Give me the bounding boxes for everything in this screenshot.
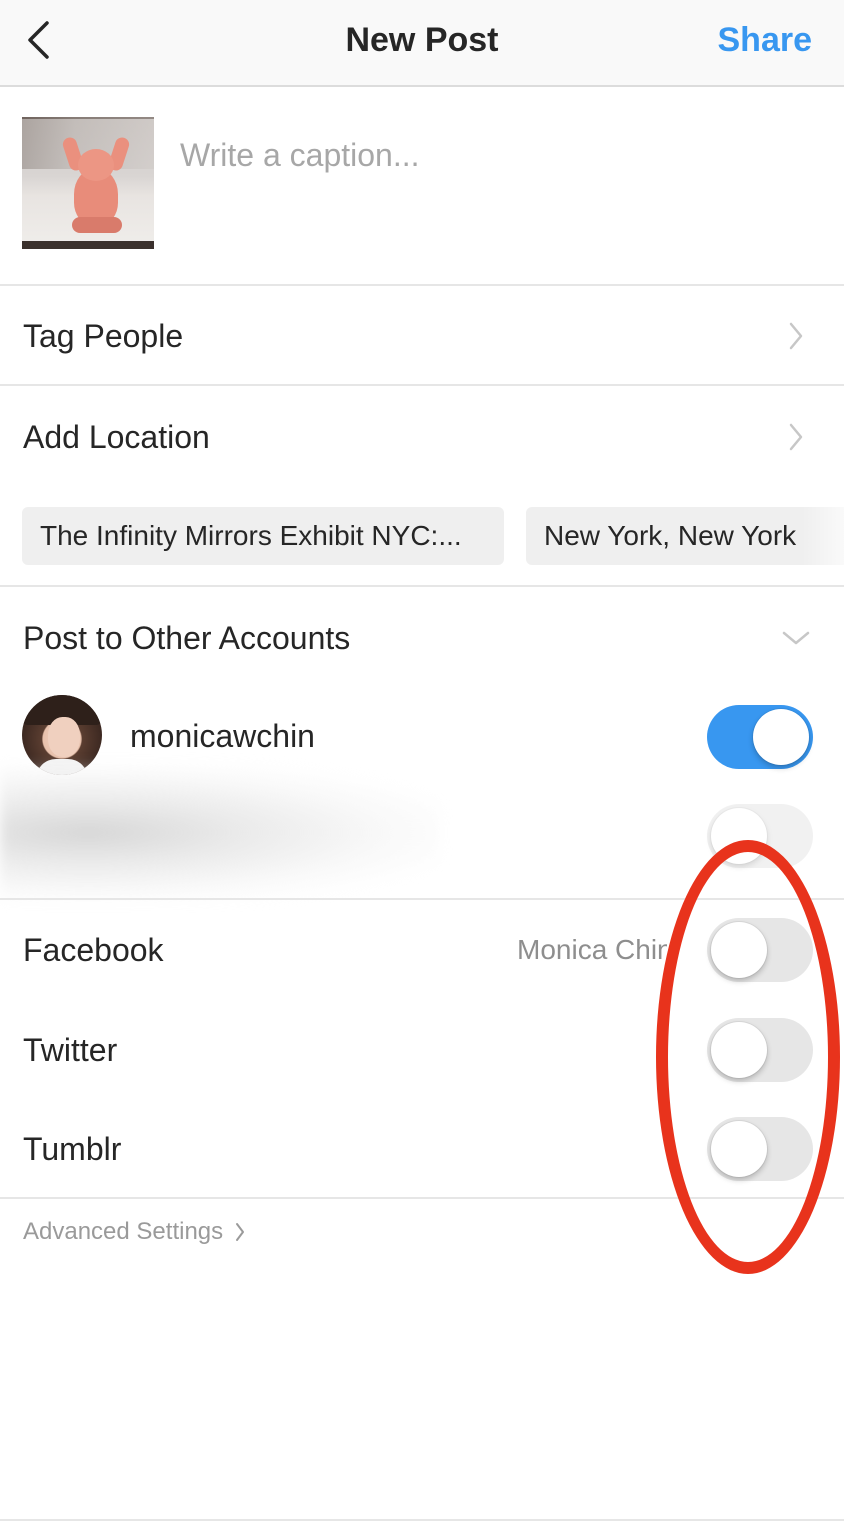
chevron-right-icon [786, 419, 806, 455]
divider [0, 1519, 844, 1521]
twitter-label: Twitter [23, 1032, 118, 1068]
post-thumbnail[interactable] [22, 117, 154, 249]
add-location-label: Add Location [23, 419, 210, 455]
facebook-account-name: Monica Chin [517, 934, 667, 965]
chevron-right-icon [235, 1222, 245, 1242]
tumblr-label: Tumblr [23, 1131, 122, 1167]
avatar [22, 695, 102, 775]
chevron-right-icon [786, 318, 806, 354]
toggle-knob [711, 922, 767, 978]
chevron-down-icon [780, 620, 812, 656]
back-button[interactable] [18, 14, 58, 66]
advanced-settings-link[interactable]: Advanced Settings [23, 1214, 245, 1250]
toggle-knob [711, 1022, 767, 1078]
toggle-knob [711, 1121, 767, 1177]
advanced-settings-label: Advanced Settings [23, 1218, 224, 1245]
account-toggle-monicawchin[interactable] [707, 705, 813, 769]
caption-input[interactable] [180, 130, 800, 180]
toggle-knob [753, 709, 809, 765]
tumblr-toggle[interactable] [707, 1117, 813, 1181]
blurred-account [0, 765, 440, 900]
location-suggestion-chip[interactable]: The Infinity Mirrors Exhibit NYC:... [22, 507, 504, 565]
twitter-toggle[interactable] [707, 1018, 813, 1082]
toggle-knob [711, 808, 767, 864]
post-to-other-accounts-label: Post to Other Accounts [23, 620, 351, 656]
account-toggle-hidden[interactable] [707, 804, 813, 868]
account-username: monicawchin [130, 718, 315, 754]
facebook-toggle[interactable] [707, 918, 813, 982]
divider [0, 1197, 844, 1199]
share-button[interactable]: Share [718, 0, 813, 80]
chevron-left-icon [28, 21, 49, 59]
tag-people-label: Tag People [23, 318, 184, 354]
facebook-label: Facebook [23, 932, 164, 968]
divider [0, 898, 844, 900]
location-suggestion-chip[interactable]: New York, New York [526, 507, 844, 565]
